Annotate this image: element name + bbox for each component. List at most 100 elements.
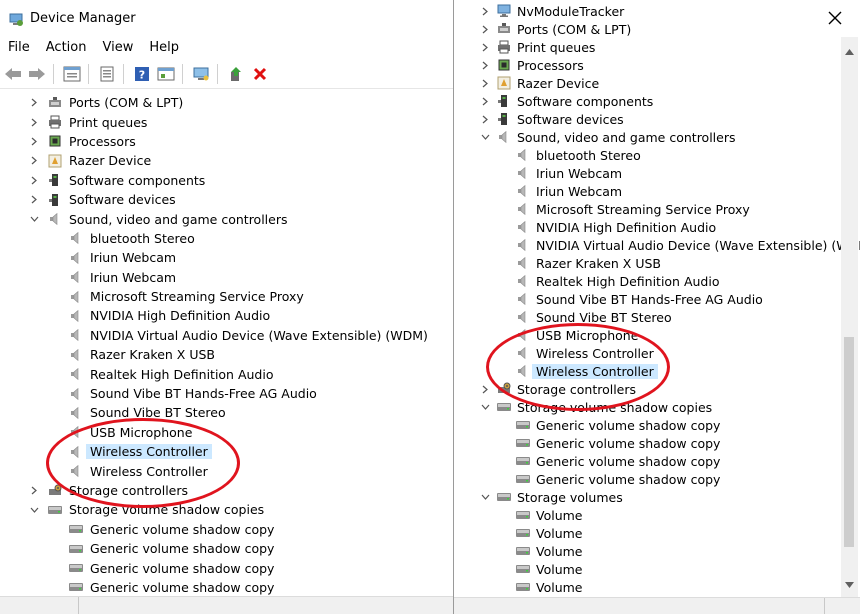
tree-device-item[interactable]: Generic volume shadow copy (0, 520, 453, 539)
tree-item-label: Sound Vibe BT Stereo (90, 405, 226, 421)
expand-arrow-right-icon[interactable] (480, 78, 490, 88)
tree-device-item[interactable]: Generic volume shadow copy (0, 539, 453, 558)
enable-device-icon[interactable] (225, 63, 247, 85)
tree-device-item[interactable]: NVIDIA High Definition Audio (0, 306, 453, 325)
tree-category[interactable]: Print queues (0, 112, 453, 131)
scrollbar-thumb[interactable] (844, 337, 854, 547)
show-hidden-icon[interactable] (96, 63, 118, 85)
expand-arrow-right-icon[interactable] (29, 117, 39, 127)
help-icon[interactable]: ? (131, 63, 153, 85)
expand-arrow-right-icon[interactable] (29, 195, 39, 205)
tree-device-item[interactable]: Razer Kraken X USB (454, 254, 859, 272)
expand-arrow-right-icon[interactable] (480, 384, 490, 394)
tree-category[interactable]: Ports (COM & LPT) (0, 93, 453, 112)
tree-device-item[interactable]: NVIDIA Virtual Audio Device (Wave Extens… (0, 326, 453, 345)
tree-device-item[interactable]: Generic volume shadow copy (454, 434, 859, 452)
tree-device-item[interactable]: NVIDIA Virtual Audio Device (Wave Extens… (454, 236, 860, 254)
expand-arrow-right-icon[interactable] (480, 42, 490, 52)
tree-device-item[interactable]: Realtek High Definition Audio (454, 272, 859, 290)
tree-category[interactable]: Software components (0, 171, 453, 190)
expand-arrow-right-icon[interactable] (480, 96, 490, 106)
tree-device-item[interactable]: Wireless Controller (454, 362, 859, 380)
tree-device-item[interactable]: Iriun Webcam (0, 248, 453, 267)
tree-category[interactable]: Software devices (0, 190, 453, 209)
tree-device-item[interactable]: Wireless Controller (0, 461, 453, 480)
properties-icon[interactable] (61, 63, 83, 85)
tree-category[interactable]: Storage controllers (0, 481, 453, 500)
tree-device-item[interactable]: Volume (454, 578, 859, 596)
tree-category[interactable]: Software devices (454, 110, 859, 128)
back-icon[interactable] (2, 63, 24, 85)
tree-category[interactable]: Sound, video and game controllers (0, 209, 453, 228)
scan-hardware-icon[interactable] (190, 63, 212, 85)
tree-device-item[interactable]: Iriun Webcam (454, 182, 859, 200)
tree-device-item[interactable]: Generic volume shadow copy (454, 470, 859, 488)
menu-file[interactable]: File (0, 37, 38, 59)
scroll-up-arrow-icon[interactable] (845, 43, 854, 58)
tree-category[interactable]: Storage volume shadow copies (454, 398, 859, 416)
tree-category[interactable]: Processors (454, 56, 859, 74)
tree-category[interactable]: NvModuleTracker (454, 2, 859, 20)
tree-device-item[interactable]: Generic volume shadow copy (454, 416, 859, 434)
tree-device-item[interactable]: Microsoft Streaming Service Proxy (0, 287, 453, 306)
expand-arrow-down-icon[interactable] (480, 132, 490, 142)
tree-device-item[interactable]: Realtek High Definition Audio (0, 364, 453, 383)
tree-device-item[interactable]: USB Microphone (0, 423, 453, 442)
tree-category[interactable]: Ports (COM & LPT) (454, 20, 859, 38)
vertical-scrollbar[interactable] (841, 37, 858, 597)
expand-arrow-right-icon[interactable] (29, 98, 39, 108)
update-driver-icon[interactable] (155, 63, 177, 85)
tree-device-item[interactable]: Volume (454, 560, 859, 578)
tree-device-item[interactable]: Iriun Webcam (0, 268, 453, 287)
tree-device-item[interactable]: bluetooth Stereo (454, 146, 859, 164)
tree-device-item[interactable]: Generic volume shadow copy (454, 452, 859, 470)
tree-device-item[interactable]: Sound Vibe BT Stereo (454, 308, 859, 326)
expand-arrow-down-icon[interactable] (480, 402, 490, 412)
tree-category[interactable]: Print queues (454, 38, 859, 56)
tree-device-item[interactable]: Volume (454, 542, 859, 560)
title-bar[interactable]: Device Manager (0, 0, 453, 37)
tree-category[interactable]: Processors (0, 132, 453, 151)
tree-device-item[interactable]: NVIDIA High Definition Audio (454, 218, 859, 236)
expand-arrow-right-icon[interactable] (29, 175, 39, 185)
expand-arrow-down-icon[interactable] (29, 505, 39, 515)
uninstall-icon[interactable] (249, 63, 271, 85)
tree-device-item[interactable]: Sound Vibe BT Hands-Free AG Audio (0, 384, 453, 403)
tree-device-item[interactable]: Generic volume shadow copy (0, 578, 453, 597)
tree-category[interactable]: Storage controllers (454, 380, 859, 398)
tree-device-item[interactable]: Sound Vibe BT Hands-Free AG Audio (454, 290, 859, 308)
tree-device-item[interactable]: Generic volume shadow copy (0, 558, 453, 577)
tree-category[interactable]: Razer Device (454, 74, 859, 92)
tree-category[interactable]: Software components (454, 92, 859, 110)
tree-category[interactable]: Razer Device (0, 151, 453, 170)
menu-help[interactable]: Help (141, 37, 187, 59)
expand-arrow-down-icon[interactable] (29, 214, 39, 224)
menu-action[interactable]: Action (38, 37, 95, 59)
close-icon[interactable] (823, 6, 847, 30)
tree-category[interactable]: Storage volume shadow copies (0, 500, 453, 519)
forward-icon[interactable] (26, 63, 48, 85)
tree-device-item[interactable]: bluetooth Stereo (0, 229, 453, 248)
expand-arrow-right-icon[interactable] (480, 24, 490, 34)
tree-device-item[interactable]: Volume (454, 506, 859, 524)
expand-arrow-right-icon[interactable] (480, 114, 490, 124)
tree-device-item[interactable]: Microsoft Streaming Service Proxy (454, 200, 859, 218)
tree-device-item[interactable]: Wireless Controller (454, 344, 859, 362)
expand-arrow-down-icon[interactable] (480, 492, 490, 502)
tree-category[interactable]: Sound, video and game controllers (454, 128, 859, 146)
tree-device-item[interactable]: Sound Vibe BT Stereo (0, 403, 453, 422)
tree-device-item[interactable]: Wireless Controller (0, 442, 453, 461)
menu-view[interactable]: View (94, 37, 141, 59)
tree-device-item[interactable]: Volume (454, 524, 859, 542)
tree-category[interactable]: Storage volumes (454, 488, 859, 506)
expand-arrow-right-icon[interactable] (480, 6, 490, 16)
tree-device-item[interactable]: Iriun Webcam (454, 164, 859, 182)
expand-arrow-right-icon[interactable] (29, 156, 39, 166)
scroll-down-arrow-icon[interactable] (845, 576, 854, 591)
expand-arrow-right-icon[interactable] (29, 136, 39, 146)
tree-device-item[interactable]: Razer Kraken X USB (0, 345, 453, 364)
expand-arrow-right-icon[interactable] (480, 60, 490, 70)
expand-arrow-right-icon[interactable] (29, 486, 39, 496)
tree-device-item[interactable]: USB Microphone (454, 326, 859, 344)
speaker-icon (515, 183, 531, 199)
